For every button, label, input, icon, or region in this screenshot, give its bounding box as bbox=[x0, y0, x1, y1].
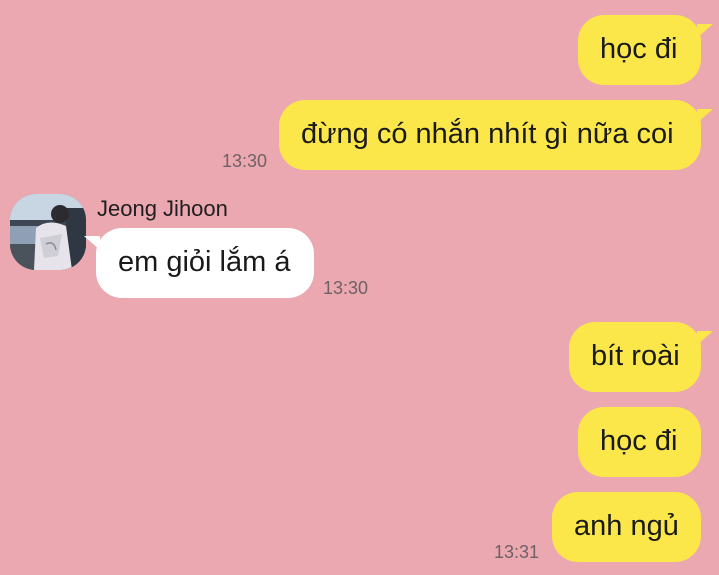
message-text: anh ngủ bbox=[574, 510, 679, 542]
message-timestamp: 13:31 bbox=[494, 542, 540, 562]
outgoing-message-bubble[interactable]: học đi bbox=[578, 407, 701, 477]
chat-message-list[interactable]: học đi đừng có nhắn nhít gì nữa coi 13:3… bbox=[0, 0, 719, 575]
bubble-tail bbox=[697, 331, 713, 345]
message-text: bít roài bbox=[591, 340, 680, 372]
profile-photo-icon bbox=[10, 194, 86, 270]
sender-name: Jeong Jihoon bbox=[97, 196, 228, 221]
message-timestamp: 13:30 bbox=[323, 278, 369, 298]
message-text: học đi bbox=[600, 425, 678, 457]
incoming-message-bubble[interactable]: em giỏi lắm á bbox=[96, 228, 314, 298]
message-text: em giỏi lắm á bbox=[118, 246, 291, 278]
message-timestamp: 13:30 bbox=[222, 151, 268, 171]
outgoing-message-bubble[interactable]: học đi bbox=[578, 15, 701, 85]
outgoing-message-bubble[interactable]: bít roài bbox=[569, 322, 701, 392]
contact-avatar[interactable] bbox=[10, 194, 86, 270]
bubble-tail bbox=[697, 109, 713, 123]
outgoing-message-bubble[interactable]: anh ngủ bbox=[552, 492, 701, 562]
bubble-tail bbox=[84, 236, 100, 250]
outgoing-message-bubble[interactable]: đừng có nhắn nhít gì nữa coi bbox=[279, 100, 701, 170]
message-text: học đi bbox=[600, 33, 678, 65]
bubble-tail bbox=[697, 24, 713, 38]
message-text: đừng có nhắn nhít gì nữa coi bbox=[301, 118, 674, 150]
